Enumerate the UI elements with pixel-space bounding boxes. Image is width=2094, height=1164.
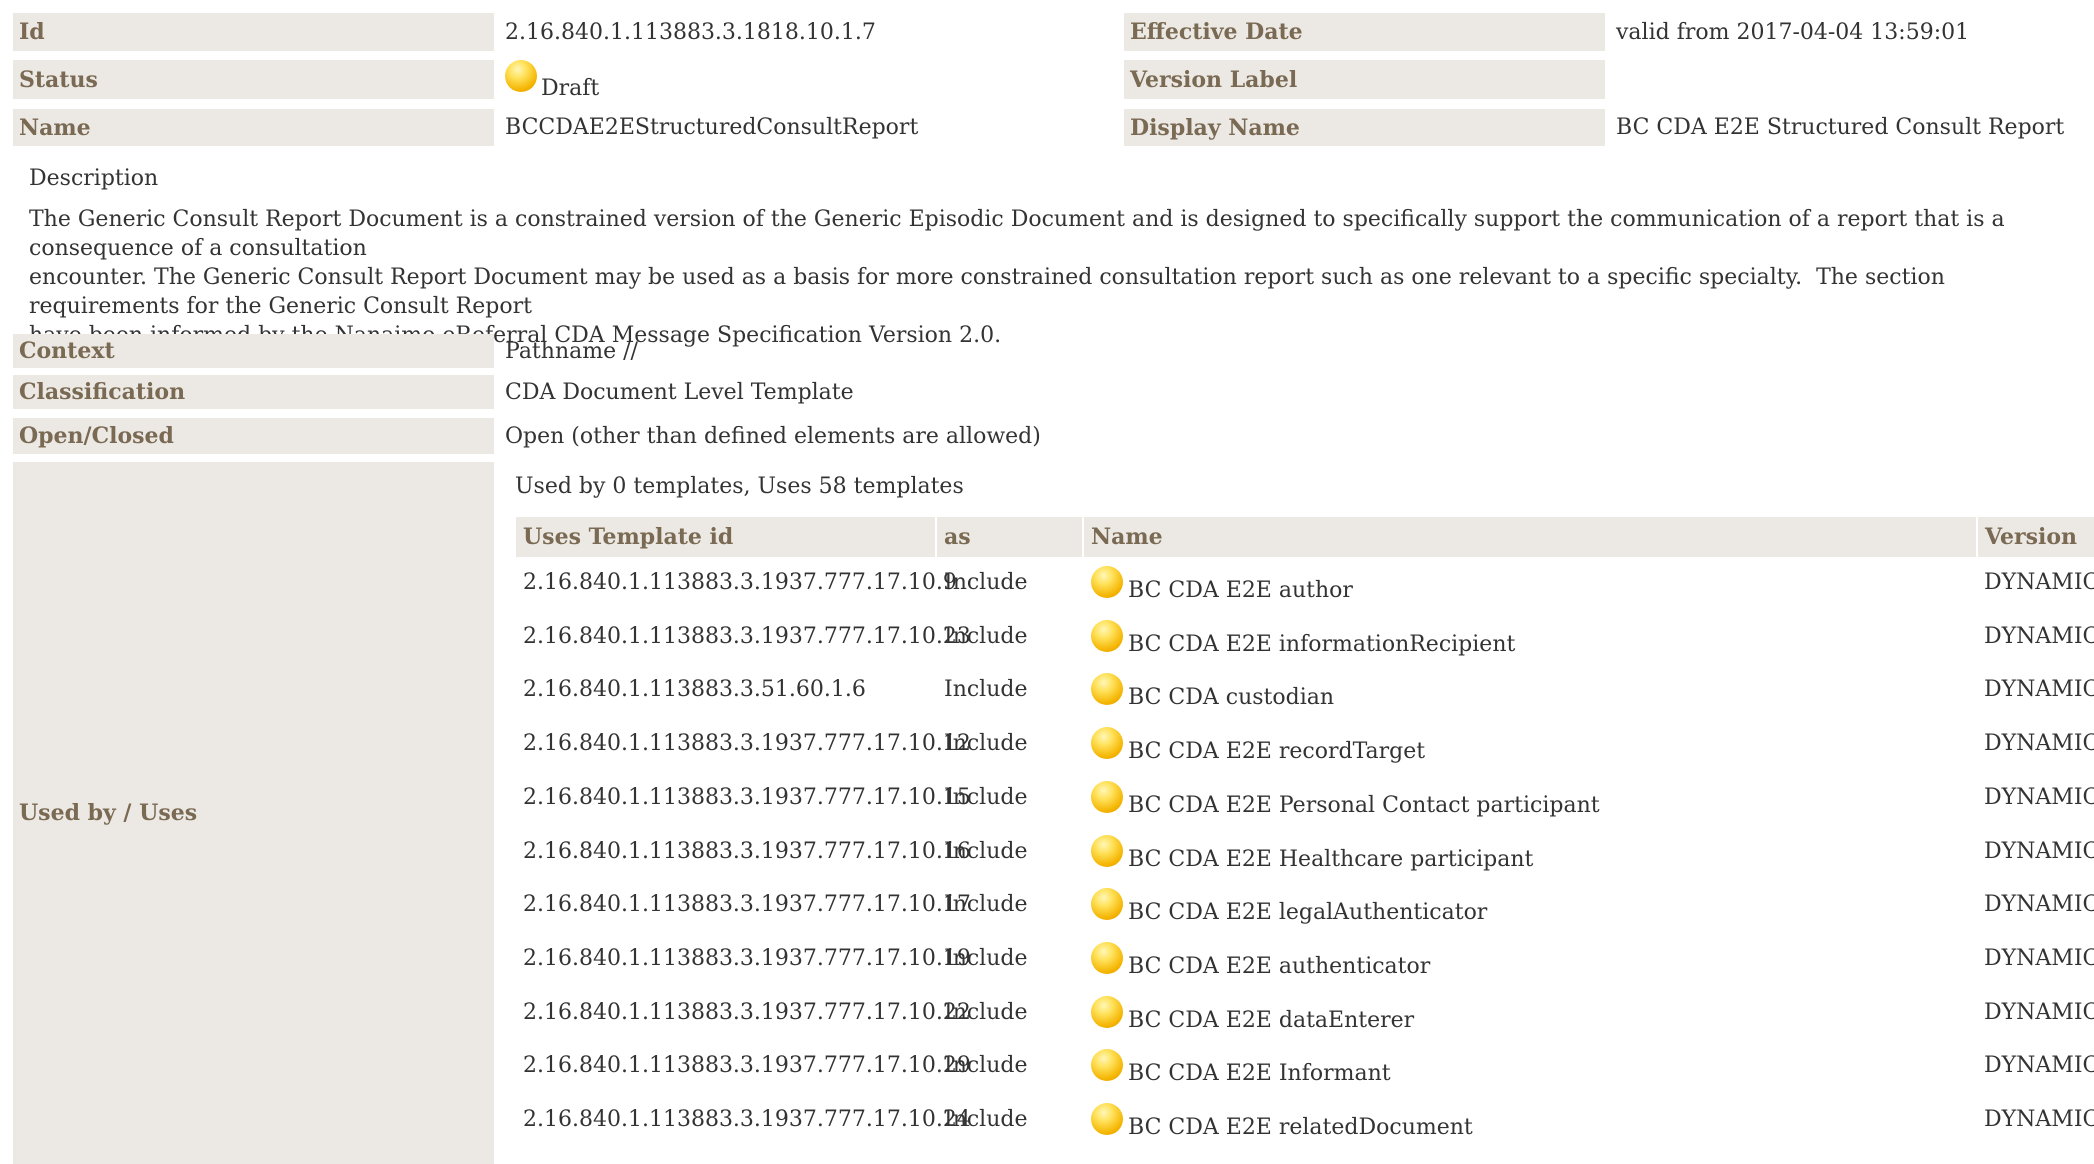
display-name-label: Display Name <box>1124 109 1605 146</box>
template-name-text: BC CDA E2E recordTarget <box>1128 739 1426 764</box>
draft-status-icon <box>505 60 537 92</box>
template-page: Id 2.16.840.1.113883.3.1818.10.1.7 Effec… <box>0 0 2094 1164</box>
draft-status-icon <box>1091 996 1123 1028</box>
template-id-cell: 2.16.840.1.113883.3.1937.777.17.10.15 <box>523 785 971 810</box>
template-name-cell: BC CDA E2E relatedDocument <box>1091 1103 1473 1141</box>
column-header-version: Version <box>1978 517 2094 557</box>
template-id-cell: 2.16.840.1.113883.3.1937.777.17.10.9 <box>523 570 957 595</box>
classification-value: CDA Document Level Template <box>505 379 854 405</box>
template-name-text: BC CDA E2E Informant <box>1128 1061 1391 1086</box>
template-name-cell: BC CDA E2E recordTarget <box>1091 727 1426 765</box>
template-name-text: BC CDA E2E Personal Contact participant <box>1128 793 1600 818</box>
description-title: Description <box>29 166 159 191</box>
context-label: Context <box>13 334 494 368</box>
template-id-cell: 2.16.840.1.113883.3.1937.777.17.10.19 <box>523 946 971 971</box>
version-label-label: Version Label <box>1124 60 1605 99</box>
template-id-cell: 2.16.840.1.113883.3.1937.777.17.10.16 <box>523 839 971 864</box>
template-name-cell: BC CDA E2E dataEnterer <box>1091 996 1415 1034</box>
template-name-cell: BC CDA E2E author <box>1091 566 1353 604</box>
id-label: Id <box>13 13 494 51</box>
effective-date-value: valid from 2017-04-04 13:59:01 <box>1616 19 1970 45</box>
draft-status-icon <box>1091 1049 1123 1081</box>
open-closed-label: Open/Closed <box>13 418 494 454</box>
draft-status-icon <box>1091 781 1123 813</box>
draft-status-icon <box>1091 1103 1123 1135</box>
template-id-cell: 2.16.840.1.113883.3.1937.777.17.10.17 <box>523 892 971 917</box>
status-value: Draft <box>505 60 599 104</box>
version-cell: DYNAMIC <box>1984 731 2094 756</box>
name-value: BCCDAE2EStructuredConsultReport <box>505 115 919 140</box>
template-name-text: BC CDA E2E legalAuthenticator <box>1128 900 1488 925</box>
version-cell: DYNAMIC <box>1984 1000 2094 1025</box>
version-cell: DYNAMIC <box>1984 1107 2094 1132</box>
template-name-cell: BC CDA E2E Informant <box>1091 1049 1391 1087</box>
draft-status-icon <box>1091 566 1123 598</box>
as-cell: Include <box>944 839 1028 864</box>
template-name-cell: BC CDA E2E informationRecipient <box>1091 620 1516 658</box>
template-id-cell: 2.16.840.1.113883.3.1937.777.17.10.29 <box>523 1053 971 1078</box>
template-name-text: BC CDA E2E informationRecipient <box>1128 632 1516 657</box>
template-name-cell: BC CDA E2E authenticator <box>1091 942 1431 980</box>
template-id-cell: 2.16.840.1.113883.3.1937.777.17.10.22 <box>523 1000 971 1025</box>
template-name-text: BC CDA E2E relatedDocument <box>1128 1115 1473 1140</box>
template-name-cell: BC CDA E2E Healthcare participant <box>1091 835 1534 873</box>
template-name-cell: BC CDA custodian <box>1091 673 1335 711</box>
draft-status-icon <box>1091 942 1123 974</box>
template-id-cell: 2.16.840.1.113883.3.1937.777.17.10.12 <box>523 731 971 756</box>
as-cell: Include <box>944 785 1028 810</box>
template-id-cell: 2.16.840.1.113883.3.51.60.1.6 <box>523 677 866 702</box>
column-header-template-id: Uses Template id <box>516 517 935 557</box>
template-name-text: BC CDA custodian <box>1128 685 1335 710</box>
version-cell: DYNAMIC <box>1984 624 2094 649</box>
description-text: The Generic Consult Report Document is a… <box>29 207 2005 348</box>
version-cell: DYNAMIC <box>1984 946 2094 971</box>
template-id-cell: 2.16.840.1.113883.3.1937.777.17.10.23 <box>523 624 971 649</box>
as-cell: Include <box>944 946 1028 971</box>
template-name-cell: BC CDA E2E legalAuthenticator <box>1091 888 1488 926</box>
as-cell: Include <box>944 892 1028 917</box>
as-cell: Include <box>944 731 1028 756</box>
status-label: Status <box>13 60 494 99</box>
version-cell: DYNAMIC <box>1984 839 2094 864</box>
template-name-text: BC CDA E2E author <box>1128 578 1353 603</box>
draft-status-icon <box>1091 835 1123 867</box>
used-by-uses-label: Used by / Uses <box>13 462 494 1164</box>
template-name-cell: BC CDA E2E Personal Contact participant <box>1091 781 1600 819</box>
column-header-as: as <box>937 517 1082 557</box>
uses-caption: Used by 0 templates, Uses 58 templates <box>515 474 964 499</box>
classification-label: Classification <box>13 375 494 409</box>
template-id-cell: 2.16.840.1.113883.3.1937.777.17.10.24 <box>523 1107 971 1132</box>
version-cell: DYNAMIC <box>1984 570 2094 595</box>
as-cell: Include <box>944 1107 1028 1132</box>
template-name-text: BC CDA E2E dataEnterer <box>1128 1008 1415 1033</box>
as-cell: Include <box>944 570 1028 595</box>
id-value: 2.16.840.1.113883.3.1818.10.1.7 <box>505 19 876 45</box>
column-header-name: Name <box>1084 517 1976 557</box>
as-cell: Include <box>944 1000 1028 1025</box>
template-name-text: BC CDA E2E authenticator <box>1128 954 1431 979</box>
context-value: Pathname // <box>505 338 638 364</box>
version-cell: DYNAMIC <box>1984 892 2094 917</box>
version-cell: DYNAMIC <box>1984 785 2094 810</box>
draft-status-icon <box>1091 888 1123 920</box>
as-cell: Include <box>944 677 1028 702</box>
status-text: Draft <box>541 75 600 101</box>
display-name-value: BC CDA E2E Structured Consult Report <box>1616 115 2065 140</box>
name-label: Name <box>13 109 494 146</box>
draft-status-icon <box>1091 620 1123 652</box>
template-name-text: BC CDA E2E Healthcare participant <box>1128 847 1534 872</box>
open-closed-value: Open (other than defined elements are al… <box>505 423 1041 449</box>
effective-date-label: Effective Date <box>1124 13 1605 51</box>
version-cell: DYNAMIC <box>1984 1053 2094 1078</box>
draft-status-icon <box>1091 673 1123 705</box>
as-cell: Include <box>944 1053 1028 1078</box>
version-cell: DYNAMIC <box>1984 677 2094 702</box>
draft-status-icon <box>1091 727 1123 759</box>
as-cell: Include <box>944 624 1028 649</box>
